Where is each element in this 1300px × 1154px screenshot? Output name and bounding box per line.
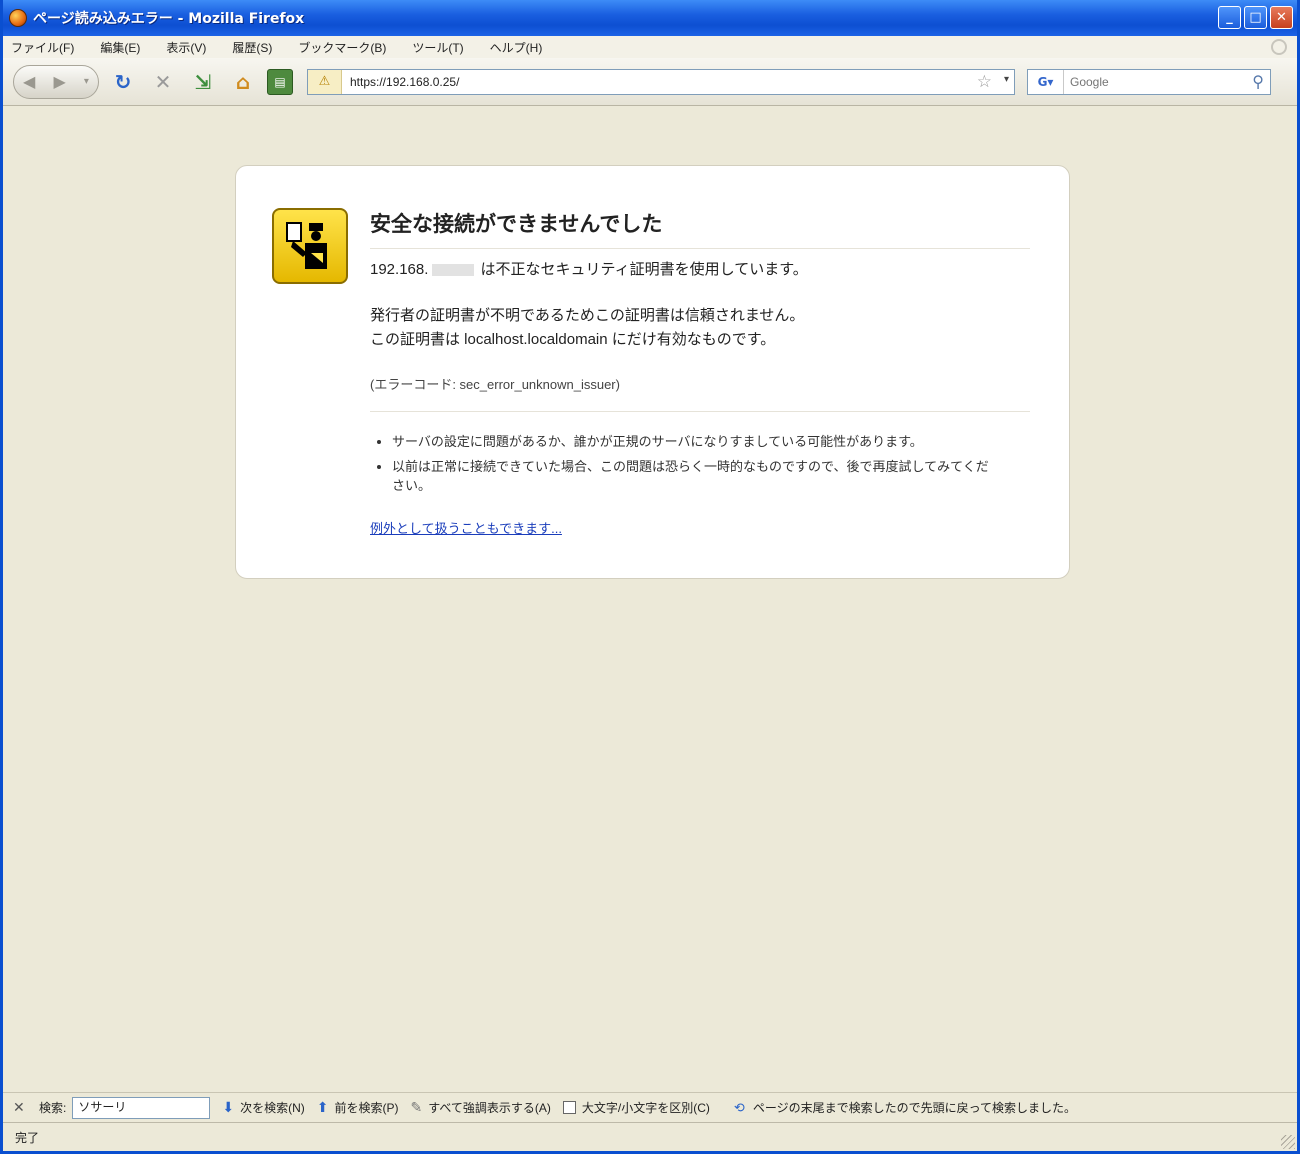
menu-bookmarks[interactable]: ブックマーク(B) (298, 39, 386, 56)
minimize-button[interactable]: _ (1218, 6, 1241, 29)
resize-grip[interactable] (1281, 1135, 1295, 1149)
error-hints: サーバの設定に問題があるか、誰かが正規のサーバになりすましている可能性があります… (370, 432, 1000, 501)
menu-edit[interactable]: 編集(E) (100, 39, 140, 56)
error-code: (エラーコード: sec_error_unknown_issuer) (370, 374, 1030, 412)
window-controls: _ □ ✕ (1218, 6, 1293, 29)
browser-window: ページ読み込みエラー - Mozilla Firefox _ □ ✕ ファイル(… (0, 0, 1300, 1154)
bookmark-add-icon[interactable]: ⇲ (187, 66, 219, 98)
find-next-button[interactable]: ⬇ 次を検索(N) (222, 1099, 304, 1116)
find-close-icon[interactable]: ✕ (13, 1099, 31, 1116)
arrow-up-icon: ⬆ (316, 1099, 329, 1115)
wrap-around-icon: ⟲ (733, 1099, 745, 1115)
menu-help[interactable]: ヘルプ(H) (490, 39, 543, 56)
issuer-unknown-text: 発行者の証明書が不明であるためこの証明書は信頼されません。 (370, 307, 805, 324)
search-box: G▾ ⚲ (1027, 68, 1271, 95)
close-button[interactable]: ✕ (1270, 6, 1293, 29)
match-case-label: 大文字/小文字を区別(C) (581, 1101, 710, 1115)
error-title: 安全な接続ができませんでした (370, 208, 1030, 249)
status-bar: 完了 (3, 1122, 1297, 1151)
window-title: ページ読み込みエラー - Mozilla Firefox (33, 11, 305, 27)
security-officer-icon (272, 208, 348, 284)
url-text[interactable]: https://192.168.0.25/ (350, 75, 459, 89)
title-bar[interactable]: ページ読み込みエラー - Mozilla Firefox _ □ ✕ (3, 0, 1297, 36)
search-engine-icon[interactable]: G▾ (1028, 69, 1064, 94)
error-host-line: 192.168. は不正なセキュリティ証明書を使用しています。 (370, 258, 1030, 279)
find-next-label: 次を検索(N) (240, 1101, 305, 1115)
search-input[interactable] (1070, 71, 1240, 92)
warning-icon[interactable]: ⚠ (308, 69, 342, 94)
match-case-checkbox[interactable]: 大文字/小文字を区別(C) (562, 1099, 710, 1116)
list-item: 以前は正常に接続できていた場合、この問題は恐らく一時的なものですので、後で再度試… (392, 457, 1000, 495)
valid-only-text: この証明書は localhost.localdomain にだけ有効なものです。 (370, 331, 776, 348)
host-prefix: 192.168. (370, 261, 429, 278)
menu-tools[interactable]: ツール(T) (412, 39, 463, 56)
maximize-button[interactable]: □ (1244, 6, 1267, 29)
find-status-text: ページの末尾まで検索したので先頭に戻って検索しました。 (752, 1101, 1076, 1115)
status-text: 完了 (15, 1130, 40, 1145)
page-content: 安全な接続ができませんでした 192.168. は不正なセキュリティ証明書を使用… (3, 107, 1297, 1092)
menu-bar: ファイル(F) 編集(E) 表示(V) 履歴(S) ブックマーク(B) ツール(… (3, 36, 1297, 58)
menu-file[interactable]: ファイル(F) (11, 39, 74, 56)
find-previous-button[interactable]: ⬆ 前を検索(P) (317, 1099, 399, 1116)
list-item: サーバの設定に問題があるか、誰かが正規のサーバになりすましている可能性があります… (392, 432, 1000, 451)
throbber-icon (1271, 39, 1287, 55)
find-status: ⟲ ページの末尾まで検索したので先頭に戻って検索しました。 (734, 1099, 1076, 1116)
url-dropdown-icon[interactable]: ▾ (1004, 74, 1009, 85)
back-forward-group: ◀ ▶ ▾ (13, 64, 99, 99)
highlight-all-label: すべて強調表示する(A) (428, 1101, 551, 1115)
back-icon[interactable]: ◀ (23, 72, 35, 91)
search-icon[interactable]: ⚲ (1252, 72, 1264, 91)
page-icon[interactable]: ▤ (267, 68, 293, 95)
find-previous-label: 前を検索(P) (334, 1101, 399, 1115)
find-bar: ✕ 検索: ソサーリ ⬇ 次を検索(N) ⬆ 前を検索(P) ✎ すべて強調表示… (3, 1092, 1297, 1122)
reload-icon[interactable]: ↻ (107, 66, 139, 98)
menu-history[interactable]: 履歴(S) (232, 39, 272, 56)
firefox-icon (9, 9, 27, 27)
history-dropdown-icon[interactable]: ▾ (84, 76, 89, 87)
forward-icon[interactable]: ▶ (53, 72, 65, 91)
host-message: は不正なセキュリティ証明書を使用しています。 (476, 261, 808, 278)
stop-icon[interactable]: ✕ (147, 66, 179, 98)
highlight-icon: ✎ (410, 1099, 423, 1115)
navigation-toolbar: ◀ ▶ ▾ ↻ ✕ ⇲ ⌂ ▤ ⚠ https://192.168.0.25/ … (3, 58, 1297, 106)
url-bar[interactable]: ⚠ https://192.168.0.25/ ☆ ▾ (307, 68, 1015, 95)
home-icon[interactable]: ⌂ (227, 66, 259, 98)
star-icon[interactable]: ☆ (977, 72, 992, 92)
redacted-host (432, 264, 475, 277)
checkbox-icon[interactable] (562, 1101, 576, 1114)
add-exception-link[interactable]: 例外として扱うこともできます... (370, 518, 1030, 537)
find-input[interactable]: ソサーリ (72, 1096, 211, 1119)
find-label: 検索: (39, 1101, 67, 1115)
highlight-all-button[interactable]: ✎ すべて強調表示する(A) (410, 1099, 550, 1116)
arrow-down-icon: ⬇ (222, 1099, 235, 1115)
error-panel: 安全な接続ができませんでした 192.168. は不正なセキュリティ証明書を使用… (235, 165, 1070, 579)
error-description: 発行者の証明書が不明であるためこの証明書は信頼されません。 この証明書は loc… (370, 304, 1030, 352)
menu-view[interactable]: 表示(V) (166, 39, 206, 56)
